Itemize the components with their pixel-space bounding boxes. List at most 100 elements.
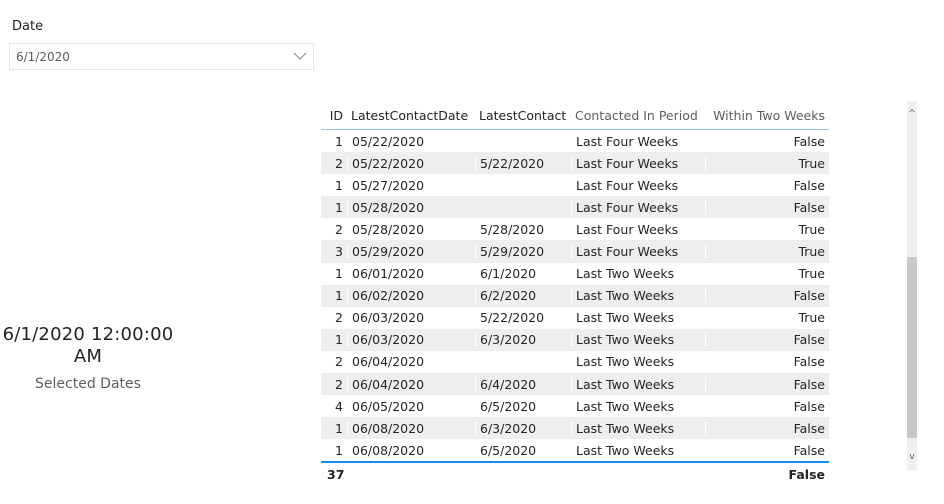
column-header-latest-contact[interactable]: LatestContact xyxy=(475,108,571,123)
table-row[interactable]: 1 05/28/2020 Last Four Weeks False xyxy=(321,196,829,219)
cell-latest-contact-date: 06/04/2020 xyxy=(347,354,475,370)
cell-latest-contact-date: 05/22/2020 xyxy=(347,133,475,149)
table-scrollbar[interactable]: ^ v xyxy=(907,101,917,470)
selected-dates-card: 6/1/2020 12:00:00 AM Selected Dates xyxy=(0,324,176,392)
cell-id: 1 xyxy=(335,288,343,304)
cell-within-two-weeks: False xyxy=(705,420,829,436)
cell-within-two-weeks: False xyxy=(705,133,829,149)
cell-id: 1 xyxy=(335,177,343,193)
cell-latest-contact-date: 05/29/2020 xyxy=(347,244,475,260)
column-header-contacted-in-period[interactable]: Contacted In Period xyxy=(571,108,705,123)
table-row[interactable]: 4 06/05/2020 6/5/2020 Last Two Weeks False xyxy=(321,395,829,417)
column-header-id[interactable]: ID xyxy=(321,108,347,123)
cell-latest-contact-date: 05/28/2020 xyxy=(347,199,475,215)
table-header: ID LatestContactDate LatestContact Conta… xyxy=(321,101,829,130)
cell-latest-contact-date: 06/08/2020 xyxy=(347,442,475,458)
cell-latest-contact: 6/4/2020 xyxy=(475,376,571,392)
cell-latest-contact: 6/2/2020 xyxy=(475,288,571,304)
table-row[interactable]: 2 06/04/2020 6/4/2020 Last Two Weeks False xyxy=(321,373,829,396)
table-body: 1 05/22/2020 Last Four Weeks False 2 05/22/20… xyxy=(321,130,829,461)
cell-id: 2 xyxy=(335,310,343,326)
date-slicer-value: 6/1/2020 xyxy=(16,50,70,64)
chevron-down-icon[interactable] xyxy=(293,50,307,62)
column-header-latest-contact-date[interactable]: LatestContactDate xyxy=(347,108,475,123)
table-row[interactable]: 2 06/04/2020 Last Two Weeks False xyxy=(321,351,829,373)
table-row[interactable]: 1 06/08/2020 6/3/2020 Last Two Weeks False xyxy=(321,417,829,440)
cell-within-two-weeks: True xyxy=(705,310,829,326)
cell-id: 1 xyxy=(335,420,343,436)
cell-latest-contact: 5/28/2020 xyxy=(475,221,571,237)
cell-id: 1 xyxy=(335,199,343,215)
total-id: 37 xyxy=(327,466,345,482)
cell-contacted-in-period: Last Four Weeks xyxy=(571,177,705,193)
cell-contacted-in-period: Last Two Weeks xyxy=(571,266,705,282)
cell-latest-contact-date: 06/01/2020 xyxy=(347,266,475,282)
card-label: Selected Dates xyxy=(35,376,141,392)
table-row[interactable]: 1 06/08/2020 6/5/2020 Last Two Weeks False xyxy=(321,439,829,461)
table-total-row: 37 False xyxy=(321,461,829,485)
cell-latest-contact-date: 06/04/2020 xyxy=(347,376,475,392)
column-header-within-two-weeks[interactable]: Within Two Weeks xyxy=(705,108,829,123)
cell-contacted-in-period: Last Four Weeks xyxy=(571,133,705,149)
cell-within-two-weeks: False xyxy=(705,332,829,348)
date-slicer-dropdown[interactable]: 6/1/2020 xyxy=(9,43,314,70)
cell-latest-contact-date: 05/27/2020 xyxy=(347,177,475,193)
cell-latest-contact-date: 06/05/2020 xyxy=(347,398,475,414)
table-row[interactable]: 2 05/22/2020 5/22/2020 Last Four Weeks True xyxy=(321,152,829,175)
table-row[interactable]: 1 06/02/2020 6/2/2020 Last Two Weeks False xyxy=(321,284,829,307)
cell-latest-contact: 5/22/2020 xyxy=(475,155,571,171)
cell-within-two-weeks: True xyxy=(705,244,829,260)
card-value: 6/1/2020 12:00:00 AM xyxy=(2,324,174,367)
cell-within-two-weeks: False xyxy=(705,376,829,392)
cell-contacted-in-period: Last Four Weeks xyxy=(571,199,705,215)
cell-within-two-weeks: True xyxy=(705,221,829,237)
cell-contacted-in-period: Last Four Weeks xyxy=(571,155,705,171)
cell-latest-contact-date: 06/02/2020 xyxy=(347,288,475,304)
cell-id: 2 xyxy=(335,354,343,370)
cell-id: 1 xyxy=(335,266,343,282)
scroll-thumb[interactable] xyxy=(907,257,917,438)
table-row[interactable]: 2 06/03/2020 5/22/2020 Last Two Weeks True xyxy=(321,307,829,329)
cell-latest-contact: 5/29/2020 xyxy=(475,244,571,260)
table-row[interactable]: 1 05/22/2020 Last Four Weeks False xyxy=(321,130,829,152)
cell-contacted-in-period: Last Two Weeks xyxy=(571,288,705,304)
date-slicer-title: Date xyxy=(12,19,44,34)
scroll-down-icon[interactable]: v xyxy=(907,450,917,464)
cell-latest-contact-date: 05/22/2020 xyxy=(347,155,475,171)
cell-latest-contact: 6/3/2020 xyxy=(475,420,571,436)
table-row[interactable]: 2 05/28/2020 5/28/2020 Last Four Weeks True xyxy=(321,218,829,240)
cell-within-two-weeks: True xyxy=(705,266,829,282)
cell-contacted-in-period: Last Two Weeks xyxy=(571,310,705,326)
cell-latest-contact: 6/5/2020 xyxy=(475,398,571,414)
scroll-up-icon[interactable]: ^ xyxy=(907,107,917,121)
cell-contacted-in-period: Last Two Weeks xyxy=(571,420,705,436)
cell-id: 2 xyxy=(335,221,343,237)
cell-latest-contact-date: 06/08/2020 xyxy=(347,420,475,436)
cell-contacted-in-period: Last Two Weeks xyxy=(571,354,705,370)
table-row[interactable]: 3 05/29/2020 5/29/2020 Last Four Weeks True xyxy=(321,240,829,263)
cell-id: 2 xyxy=(335,376,343,392)
cell-within-two-weeks: False xyxy=(705,199,829,215)
cell-latest-contact: 6/5/2020 xyxy=(475,442,571,458)
table-row[interactable]: 1 06/01/2020 6/1/2020 Last Two Weeks True xyxy=(321,263,829,285)
cell-contacted-in-period: Last Four Weeks xyxy=(571,244,705,260)
cell-within-two-weeks: True xyxy=(705,155,829,171)
cell-id: 1 xyxy=(335,442,343,458)
total-within-two-weeks: False xyxy=(788,466,825,482)
cell-id: 3 xyxy=(335,244,343,260)
cell-id: 4 xyxy=(335,398,343,414)
cell-id: 1 xyxy=(335,133,343,149)
cell-within-two-weeks: False xyxy=(705,442,829,458)
table-row[interactable]: 1 05/27/2020 Last Four Weeks False xyxy=(321,174,829,196)
cell-contacted-in-period: Last Two Weeks xyxy=(571,332,705,348)
cell-contacted-in-period: Last Two Weeks xyxy=(571,376,705,392)
cell-contacted-in-period: Last Four Weeks xyxy=(571,221,705,237)
cell-latest-contact-date: 06/03/2020 xyxy=(347,332,475,348)
cell-latest-contact: 5/22/2020 xyxy=(475,310,571,326)
table-row[interactable]: 1 06/03/2020 6/3/2020 Last Two Weeks False xyxy=(321,328,829,351)
cell-latest-contact: 6/1/2020 xyxy=(475,266,571,282)
cell-id: 2 xyxy=(335,155,343,171)
cell-contacted-in-period: Last Two Weeks xyxy=(571,398,705,414)
cell-latest-contact: 6/3/2020 xyxy=(475,332,571,348)
cell-within-two-weeks: False xyxy=(705,354,829,370)
